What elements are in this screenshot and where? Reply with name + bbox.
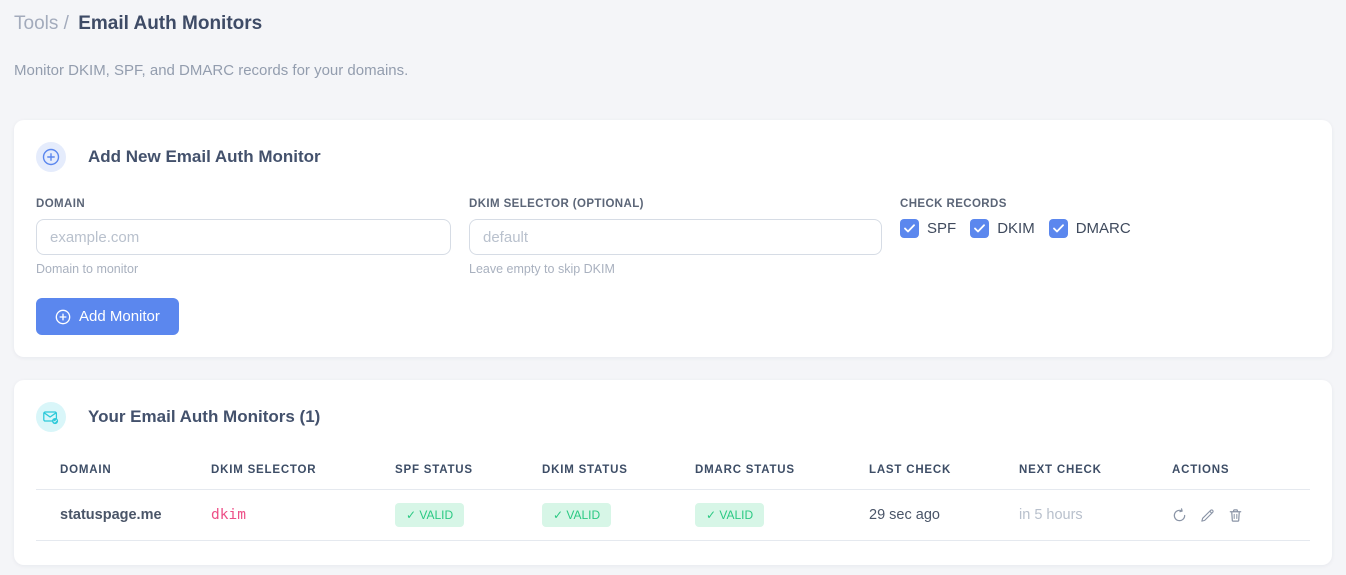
- breadcrumb-separator: /: [63, 13, 69, 34]
- pencil-icon: [1201, 508, 1214, 522]
- dkim-checkbox-item[interactable]: DKIM: [970, 219, 1035, 238]
- delete-button[interactable]: [1228, 508, 1243, 523]
- dkim-selector-helper: Leave empty to skip DKIM: [469, 262, 615, 276]
- page-title: Email Auth Monitors: [78, 13, 263, 34]
- trash-icon: [1229, 508, 1242, 522]
- col-header-last-check: LAST CHECK: [869, 456, 1019, 490]
- refresh-icon: [1173, 507, 1186, 521]
- dmarc-checkbox[interactable]: [1048, 219, 1068, 238]
- add-monitor-card: Add New Email Auth Monitor DOMAIN Domain…: [14, 120, 1332, 357]
- plus-circle-icon: [36, 142, 66, 172]
- refresh-button[interactable]: [1172, 507, 1187, 523]
- add-monitor-form: DOMAIN Domain to monitor DKIM SELECTOR (…: [36, 198, 1310, 276]
- spf-status-badge: ✓ VALID: [395, 503, 465, 527]
- dkim-selector-field-group: DKIM SELECTOR (OPTIONAL) Leave empty to …: [469, 198, 882, 276]
- dkim-selector-input[interactable]: [469, 219, 882, 255]
- col-header-next-check: NEXT CHECK: [1019, 456, 1172, 490]
- monitor-row: statuspage.me dkim ✓ VALID ✓ VALID ✓ VAL…: [36, 489, 1310, 541]
- table-header-row: DOMAIN DKIM SELECTOR SPF STATUS DKIM STA…: [36, 456, 1310, 490]
- monitors-card-title: Your Email Auth Monitors (1): [88, 407, 321, 426]
- add-monitor-button[interactable]: Add Monitor: [36, 298, 179, 335]
- dmarc-checkbox-label: DMARC: [1075, 220, 1131, 237]
- col-header-dkim-status: DKIM STATUS: [542, 456, 695, 490]
- check-records-group: CHECK RECORDS SPF DKIM DMARC: [900, 198, 1310, 276]
- monitors-card: Your Email Auth Monitors (1) DOMAIN DKIM…: [14, 380, 1332, 565]
- dkim-checkbox[interactable]: [970, 219, 990, 238]
- monitor-dkim-selector: dkim: [211, 489, 395, 541]
- monitor-last-check: 29 sec ago: [869, 489, 1019, 541]
- dkim-checkbox-label: DKIM: [997, 220, 1035, 237]
- domain-helper: Domain to monitor: [36, 262, 139, 276]
- email-check-icon: [36, 402, 66, 432]
- add-monitor-button-label: Add Monitor: [79, 308, 160, 325]
- domain-input[interactable]: [36, 219, 451, 255]
- spf-checkbox-label: SPF: [927, 220, 957, 237]
- edit-button[interactable]: [1200, 508, 1215, 523]
- plus-circle-icon: [55, 309, 71, 325]
- monitors-table: DOMAIN DKIM SELECTOR SPF STATUS DKIM STA…: [36, 456, 1310, 541]
- page-subtitle: Monitor DKIM, SPF, and DMARC records for…: [14, 62, 409, 79]
- domain-label: DOMAIN: [36, 198, 86, 210]
- check-records-row: SPF DKIM DMARC: [900, 219, 1310, 238]
- breadcrumb-section[interactable]: Tools: [14, 13, 58, 34]
- col-header-spf-status: SPF STATUS: [395, 456, 542, 490]
- monitor-actions: [1172, 507, 1300, 523]
- spf-checkbox-item[interactable]: SPF: [900, 219, 956, 238]
- domain-field-group: DOMAIN Domain to monitor: [36, 198, 451, 276]
- col-header-domain: DOMAIN: [36, 456, 211, 490]
- monitor-next-check: in 5 hours: [1019, 489, 1172, 541]
- col-header-dkim-selector: DKIM SELECTOR: [211, 456, 395, 490]
- spf-checkbox[interactable]: [900, 219, 919, 238]
- dmarc-checkbox-item[interactable]: DMARC: [1048, 219, 1131, 238]
- col-header-actions: ACTIONS: [1172, 456, 1310, 490]
- monitor-domain: statuspage.me: [36, 489, 211, 541]
- monitors-card-header: Your Email Auth Monitors (1): [36, 402, 1310, 432]
- dkim-selector-label: DKIM SELECTOR (OPTIONAL): [469, 198, 644, 210]
- email-auth-monitors-page: Tools / Email Auth Monitors Monitor DKIM…: [0, 0, 1346, 575]
- dmarc-status-badge: ✓ VALID: [695, 503, 765, 527]
- dkim-status-badge: ✓ VALID: [542, 503, 612, 527]
- add-monitor-card-title: Add New Email Auth Monitor: [88, 147, 321, 166]
- breadcrumb: Tools / Email Auth Monitors: [14, 12, 1332, 36]
- col-header-dmarc-status: DMARC STATUS: [695, 456, 869, 490]
- add-monitor-card-header: Add New Email Auth Monitor: [36, 142, 1310, 172]
- check-records-label: CHECK RECORDS: [900, 198, 1007, 210]
